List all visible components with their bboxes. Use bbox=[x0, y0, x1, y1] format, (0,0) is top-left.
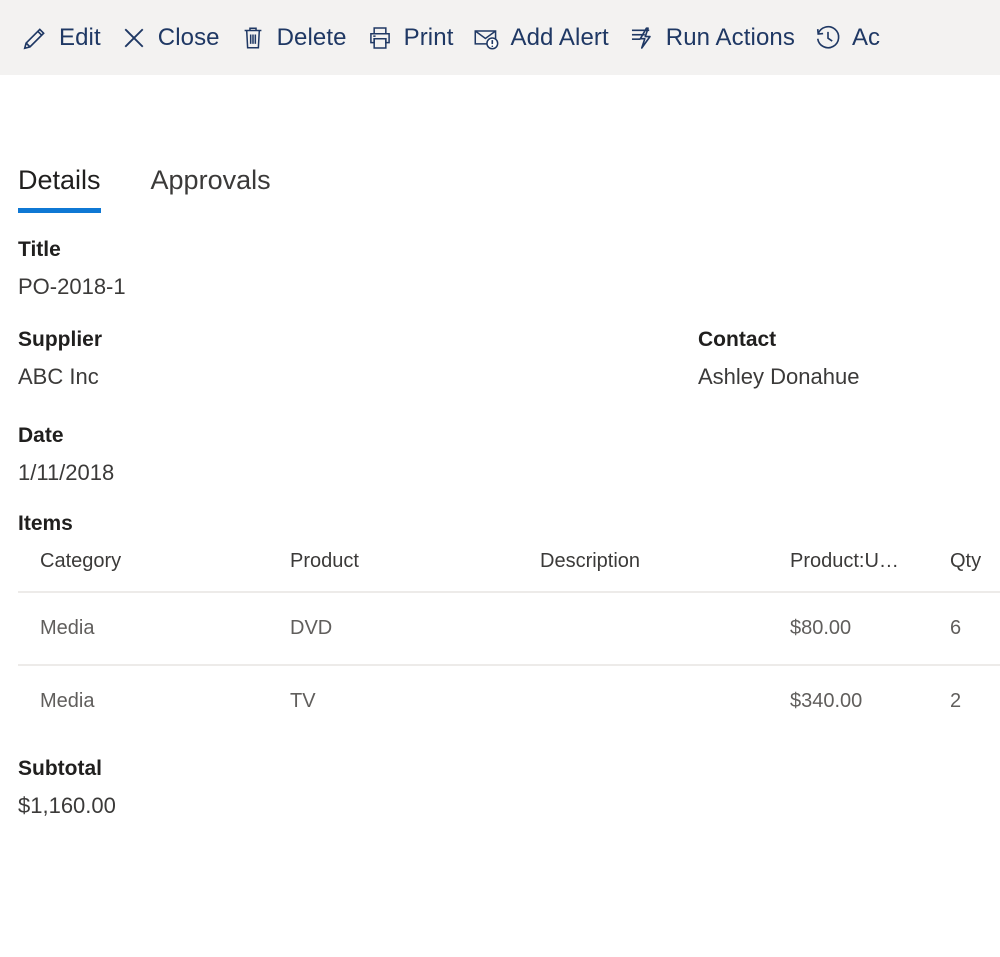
cell-category: Media bbox=[18, 592, 290, 667]
field-date: Date 1/11/2018 bbox=[18, 423, 1000, 487]
table-header-row: Category Product Description Product:U… … bbox=[18, 550, 1000, 594]
alert-envelope-icon bbox=[471, 23, 501, 53]
delete-button[interactable]: Delete bbox=[232, 12, 359, 64]
table-row[interactable]: Media TV $340.00 2 bbox=[18, 665, 1000, 737]
supplier-contact-row: Supplier ABC Inc Contact Ashley Donahue bbox=[18, 327, 1000, 417]
cell-product: TV bbox=[290, 690, 316, 713]
tab-details[interactable]: Details bbox=[18, 167, 101, 213]
tab-approvals[interactable]: Approvals bbox=[151, 167, 271, 213]
add-alert-button-label: Add Alert bbox=[510, 23, 609, 51]
subtotal-label: Subtotal bbox=[18, 757, 102, 781]
add-alert-button[interactable]: Add Alert bbox=[465, 12, 620, 64]
printer-icon bbox=[365, 23, 395, 53]
print-button[interactable]: Print bbox=[359, 12, 466, 64]
items-table: Category Product Description Product:U… … bbox=[18, 550, 1000, 737]
column-header-qty[interactable]: Qty bbox=[950, 550, 1000, 594]
close-button-label: Close bbox=[157, 23, 220, 51]
run-actions-button-label: Run Actions bbox=[665, 23, 795, 51]
title-label: Title bbox=[18, 238, 61, 261]
field-contact: Contact Ashley Donahue bbox=[698, 327, 998, 391]
delete-button-label: Delete bbox=[276, 23, 347, 51]
trash-icon bbox=[238, 23, 268, 53]
supplier-value: ABC Inc bbox=[18, 364, 99, 389]
date-label: Date bbox=[18, 423, 64, 447]
column-header-product[interactable]: Product bbox=[290, 550, 540, 594]
supplier-label: Supplier bbox=[18, 327, 103, 351]
items-label: Items bbox=[18, 512, 73, 536]
field-title: Title PO-2018-1 bbox=[18, 237, 1000, 301]
details-pane: Title PO-2018-1 Supplier ABC Inc Contact… bbox=[0, 237, 1000, 819]
contact-label: Contact bbox=[698, 327, 777, 351]
column-header-category[interactable]: Category bbox=[18, 550, 290, 594]
cell-qty: 2 bbox=[950, 690, 962, 713]
column-header-description[interactable]: Description bbox=[540, 550, 790, 594]
edit-button[interactable]: Edit bbox=[14, 12, 113, 64]
field-subtotal: Subtotal $1,160.00 bbox=[18, 757, 1000, 819]
pencil-icon bbox=[20, 23, 50, 53]
table-row[interactable]: Media DVD $80.00 6 bbox=[18, 592, 1000, 667]
tab-strip: Details Approvals bbox=[0, 157, 1000, 213]
cell-unit-price: $340.00 bbox=[790, 690, 863, 713]
run-actions-button[interactable]: Run Actions bbox=[621, 12, 807, 64]
contact-value: Ashley Donahue bbox=[698, 364, 860, 389]
lightning-bolt-icon bbox=[627, 23, 657, 53]
cell-category: Media bbox=[40, 690, 95, 713]
column-header-unit-price[interactable]: Product:U… bbox=[790, 550, 950, 594]
activity-button-label: Ac bbox=[851, 23, 881, 51]
date-value: 1/11/2018 bbox=[18, 459, 115, 485]
cell-qty: 6 bbox=[950, 592, 1000, 667]
close-button[interactable]: Close bbox=[113, 12, 232, 64]
print-button-label: Print bbox=[403, 23, 454, 51]
cell-product: DVD bbox=[290, 592, 540, 667]
cell-description bbox=[540, 592, 790, 667]
cell-unit-price: $80.00 bbox=[790, 592, 950, 667]
title-value: PO-2018-1 bbox=[18, 274, 126, 300]
activity-button[interactable]: Ac bbox=[807, 12, 892, 64]
close-x-icon bbox=[119, 23, 149, 53]
history-clock-icon bbox=[813, 23, 843, 53]
command-bar: Edit Close Delete Print Add Alert Run Ac… bbox=[0, 0, 1000, 75]
subtotal-value: $1,160.00 bbox=[18, 793, 116, 819]
cell-description bbox=[540, 665, 790, 737]
edit-button-label: Edit bbox=[59, 23, 101, 51]
field-supplier: Supplier ABC Inc bbox=[18, 327, 698, 391]
